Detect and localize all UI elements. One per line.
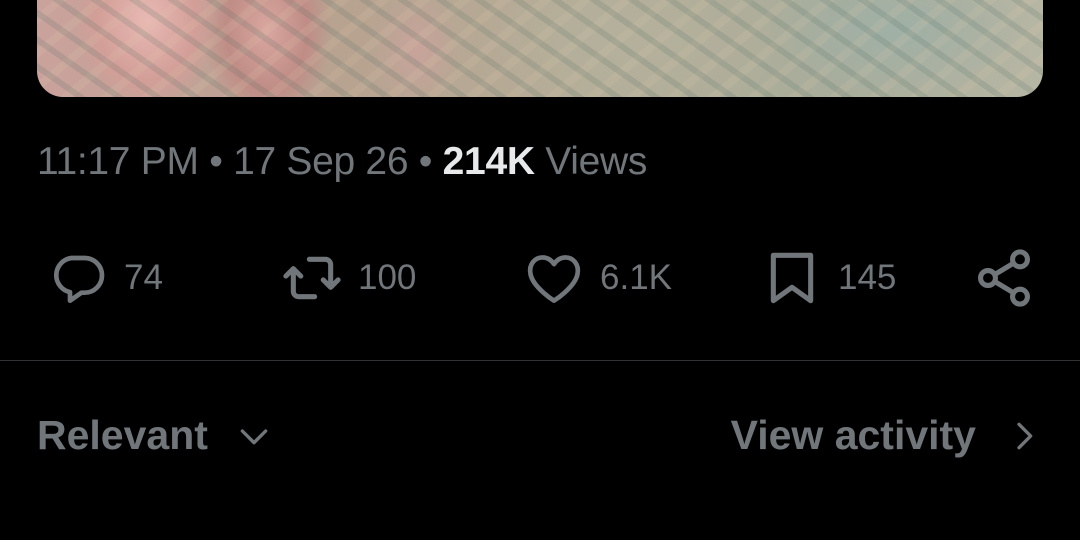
post-time: 11:17 PM: [37, 140, 199, 183]
chevron-down-icon: [240, 428, 268, 444]
reply-button[interactable]: 74: [46, 246, 163, 310]
view-activity-link[interactable]: View activity: [731, 412, 1044, 459]
post-meta: 11:17 PM • 17 Sep 26 • 214K Views: [37, 140, 647, 184]
heart-icon: [527, 255, 581, 303]
sort-label: Relevant: [37, 412, 208, 458]
post-date: 17 Sep 26: [233, 140, 409, 183]
view-activity-label: View activity: [730, 412, 976, 458]
bookmark-count: 145: [838, 258, 897, 297]
like-button[interactable]: 6.1K: [522, 246, 672, 310]
reply-count: 74: [124, 258, 163, 297]
repost-button[interactable]: 100: [280, 246, 416, 310]
meta-separator: •: [418, 140, 433, 183]
post-action-bar: 74 100 6.1K 145: [0, 246, 1080, 310]
post-detail-screen: 11:17 PM • 17 Sep 26 • 214K Views 74 100…: [0, 0, 1080, 540]
bookmark-button[interactable]: 145: [760, 246, 896, 310]
reply-icon: [53, 255, 105, 303]
share-button[interactable]: [972, 246, 1036, 310]
section-divider: [0, 360, 1080, 361]
views-label: Views: [545, 140, 648, 183]
reply-sort-dropdown[interactable]: Relevant: [37, 412, 274, 459]
views-count[interactable]: 214K: [443, 140, 535, 183]
share-icon: [978, 249, 1030, 307]
repost-count: 100: [358, 258, 417, 297]
repost-icon: [283, 256, 341, 300]
post-media-image[interactable]: [37, 0, 1043, 97]
bookmark-icon: [770, 252, 814, 304]
chevron-right-icon: [1017, 422, 1033, 449]
like-count: 6.1K: [600, 258, 672, 297]
meta-separator: •: [209, 140, 223, 183]
